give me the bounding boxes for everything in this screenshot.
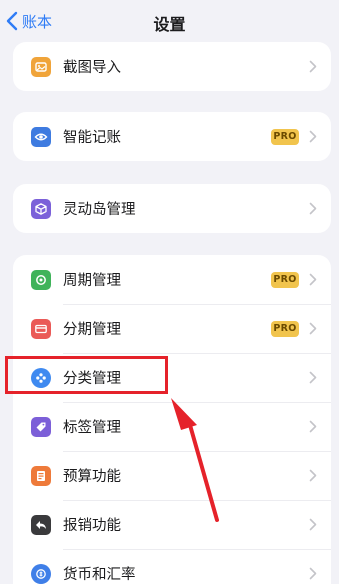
row-label: 报销功能 xyxy=(63,518,121,534)
settings-group-smart: 智能记账 PRO xyxy=(13,112,331,161)
chevron-right-icon xyxy=(309,567,317,580)
chevron-right-icon xyxy=(309,202,317,215)
row-label: 智能记账 xyxy=(63,130,121,146)
chevron-right-icon xyxy=(309,518,317,531)
row-label: 标签管理 xyxy=(63,420,121,436)
row-label: 预算功能 xyxy=(63,469,121,485)
row-tag-management[interactable]: 标签管理 xyxy=(13,402,331,451)
settings-group-dynamic-island: 灵动岛管理 xyxy=(13,184,331,233)
row-installment-management[interactable]: 分期管理 PRO xyxy=(13,304,331,353)
row-screenshot-import[interactable]: 截图导入 xyxy=(13,42,331,91)
pro-badge: PRO xyxy=(271,320,299,337)
row-label: 灵动岛管理 xyxy=(63,202,136,218)
chevron-right-icon xyxy=(309,420,317,433)
cycle-icon xyxy=(31,269,51,290)
eye-icon xyxy=(31,126,51,147)
tag-icon xyxy=(31,416,51,437)
chevron-right-icon xyxy=(309,60,317,73)
pro-badge: PRO xyxy=(271,128,299,145)
row-label: 截图导入 xyxy=(63,60,121,76)
chevron-right-icon xyxy=(309,322,317,335)
row-category-management[interactable]: 分类管理 xyxy=(13,353,331,402)
row-currency[interactable]: 货币和汇率 xyxy=(13,549,331,584)
row-cycle-management[interactable]: 周期管理 PRO xyxy=(13,255,331,304)
chevron-right-icon xyxy=(309,371,317,384)
chevron-right-icon xyxy=(309,130,317,143)
pro-badge: PRO xyxy=(271,271,299,288)
card-icon xyxy=(31,318,51,339)
screenshot-import-icon xyxy=(31,56,51,77)
reimburse-icon xyxy=(31,514,51,535)
row-label: 分类管理 xyxy=(63,371,121,387)
row-dynamic-island[interactable]: 灵动岛管理 xyxy=(13,184,331,233)
row-label: 周期管理 xyxy=(63,273,121,289)
settings-group-management: 周期管理 PRO 分期管理 PRO 分类管理 标签管理 预算功能 报销功能 货币… xyxy=(13,255,331,584)
row-budget[interactable]: 预算功能 xyxy=(13,451,331,500)
row-smart-bookkeeping[interactable]: 智能记账 PRO xyxy=(13,112,331,161)
row-label: 分期管理 xyxy=(63,322,121,338)
chevron-right-icon xyxy=(309,469,317,482)
row-label: 货币和汇率 xyxy=(63,567,136,583)
nav-bar: 账本 设置 xyxy=(0,0,339,44)
settings-group-import: 截图导入 xyxy=(13,42,331,91)
chevron-right-icon xyxy=(309,273,317,286)
budget-icon xyxy=(31,465,51,486)
category-icon xyxy=(31,367,51,388)
page-title: 设置 xyxy=(153,15,186,34)
row-reimbursement[interactable]: 报销功能 xyxy=(13,500,331,549)
cube-icon xyxy=(31,198,51,219)
currency-icon xyxy=(31,563,51,584)
